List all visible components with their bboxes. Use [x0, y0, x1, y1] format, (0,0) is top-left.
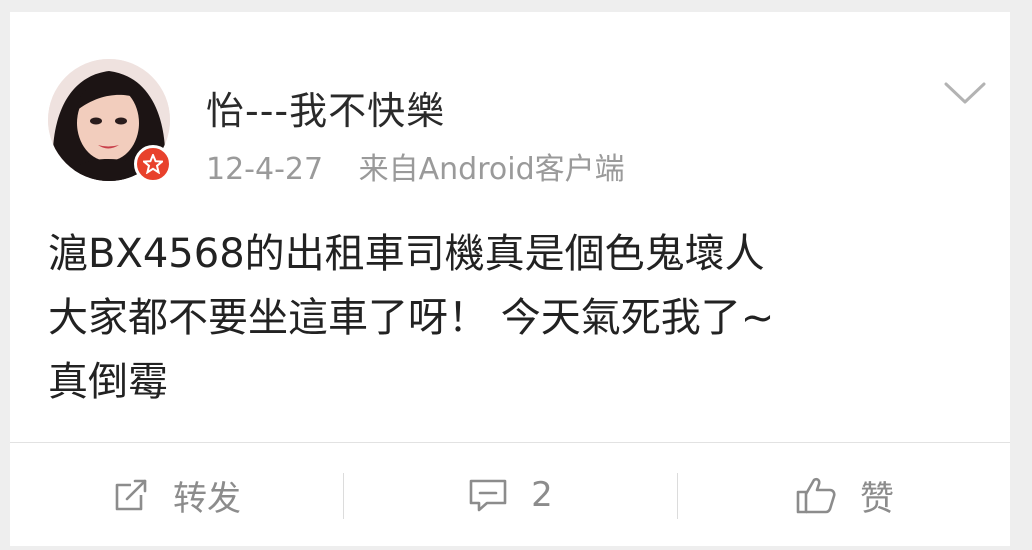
like-label: 赞: [860, 478, 894, 519]
vip-badge-icon: [134, 145, 172, 183]
post-text: 滬BX4568的出租車司機真是個色鬼壞人 大家都不要坐這車了呀！ 今天氣死我了~…: [48, 222, 988, 414]
thumbs-up-icon: [796, 477, 836, 514]
repost-label: 转发: [173, 478, 241, 519]
author-name[interactable]: 怡---我不快樂: [206, 80, 445, 135]
comment-button[interactable]: 2: [344, 443, 676, 547]
post-source: 来自Android客户端: [358, 152, 625, 187]
post-date: 12-4-27: [206, 152, 324, 187]
post-text-line: 真倒霉: [48, 359, 168, 405]
repost-button[interactable]: 转发: [10, 443, 342, 547]
screen-background: 怡---我不快樂 12-4-27 来自Android客户端 滬BX4568的出租…: [0, 0, 1032, 550]
post-card: 怡---我不快樂 12-4-27 来自Android客户端 滬BX4568的出租…: [10, 12, 1010, 442]
like-button[interactable]: 赞: [678, 443, 1010, 547]
chevron-down-icon[interactable]: [940, 76, 990, 110]
action-bar: 转发 2 赞: [10, 442, 1010, 546]
repost-icon: [115, 479, 147, 511]
post-text-line: 滬BX4568的出租車司機真是個色鬼壞人: [48, 231, 765, 277]
comment-count: 2: [531, 475, 553, 515]
post-text-line: 大家都不要坐這車了呀！ 今天氣死我了~: [48, 295, 775, 341]
post-meta: 12-4-27 来自Android客户端: [206, 144, 625, 188]
comment-icon: [469, 479, 507, 512]
